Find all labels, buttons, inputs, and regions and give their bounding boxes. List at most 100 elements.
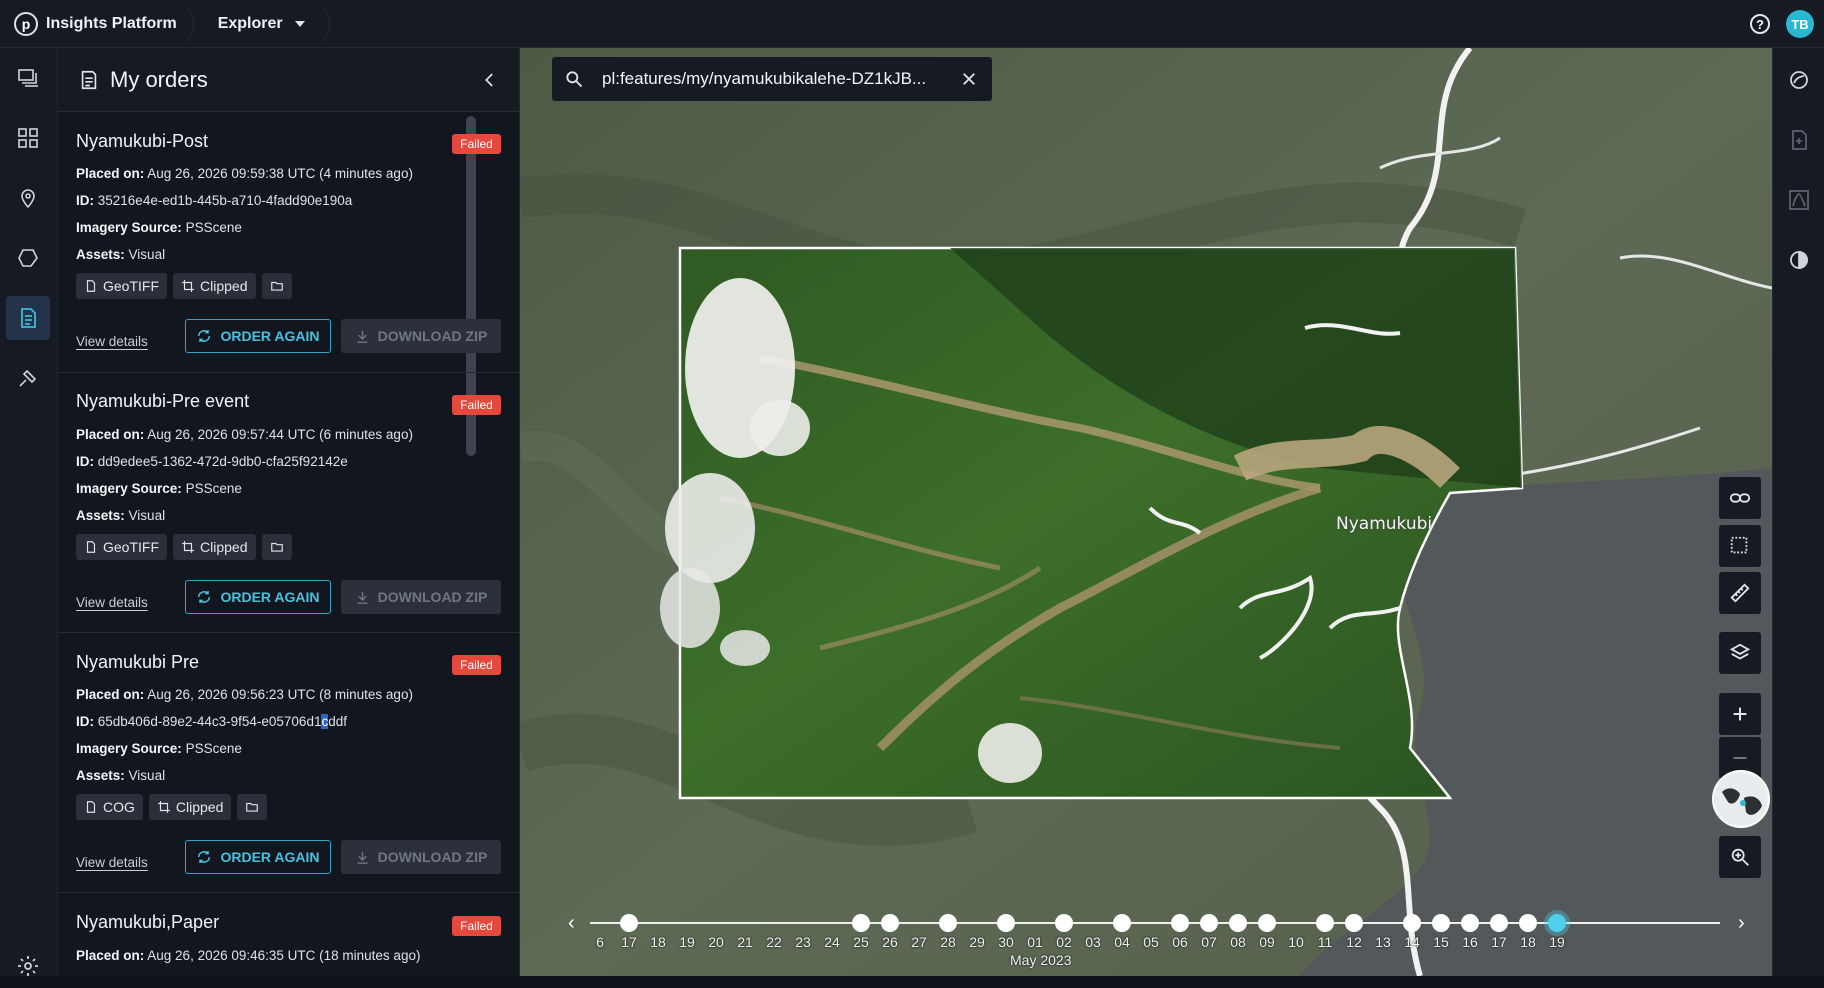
download-zip-button[interactable]: DOWNLOAD ZIP	[341, 319, 501, 353]
chart-icon[interactable]	[1785, 186, 1813, 214]
view-details-link[interactable]: View details	[76, 595, 148, 610]
timeline-day-label[interactable]: 09	[1252, 934, 1282, 950]
close-icon[interactable]	[960, 70, 978, 88]
imagery-source-row: Imagery Source: PSScene	[76, 481, 242, 496]
timeline-dot[interactable]	[939, 914, 957, 932]
timeline-prev-icon[interactable]: ‹	[568, 912, 575, 935]
timeline-day-label[interactable]: 6	[585, 934, 615, 950]
order-again-button[interactable]: ORDER AGAIN	[185, 580, 331, 614]
timeline-day-label[interactable]: 10	[1281, 934, 1311, 950]
timeline-dot[interactable]	[1490, 914, 1508, 932]
timeline-dot[interactable]	[1461, 914, 1479, 932]
map-view[interactable]	[520, 48, 1772, 976]
timeline-day-label[interactable]: 27	[904, 934, 934, 950]
timeline-day-label[interactable]: 13	[1368, 934, 1398, 950]
timeline-dot[interactable]	[852, 914, 870, 932]
collapse-panel-icon[interactable]	[481, 71, 499, 89]
orders-icon[interactable]	[6, 296, 50, 340]
zoom-to-fit-tool[interactable]	[1719, 836, 1761, 878]
location-pin-icon[interactable]	[6, 176, 50, 220]
timeline-day-label[interactable]: 22	[759, 934, 789, 950]
timeline-day-label[interactable]: 28	[933, 934, 963, 950]
timeline-day-label[interactable]: 05	[1136, 934, 1166, 950]
order-again-button[interactable]: ORDER AGAIN	[185, 840, 331, 874]
view-details-link[interactable]: View details	[76, 334, 148, 349]
timeline-dot[interactable]	[1200, 914, 1218, 932]
timeline-day-label[interactable]: 18	[1513, 934, 1543, 950]
right-rail	[1772, 48, 1824, 976]
order-name: Nyamukubi,Paper	[76, 912, 220, 932]
timeline-dot[interactable]	[1258, 914, 1276, 932]
analysis-icon[interactable]	[1785, 66, 1813, 94]
timeline-active-dot[interactable]	[1548, 914, 1566, 932]
settings-gear-icon[interactable]	[6, 944, 50, 988]
timeline-dot[interactable]	[881, 914, 899, 932]
timeline-dot[interactable]	[1403, 914, 1421, 932]
measure-tool[interactable]	[1719, 572, 1761, 614]
timeline-day-label[interactable]: 23	[788, 934, 818, 950]
zoom-in-button[interactable]	[1719, 693, 1761, 735]
timeline-day-label[interactable]: 03	[1078, 934, 1108, 950]
timeline-day-label[interactable]: 06	[1165, 934, 1195, 950]
timeline-day-label[interactable]: 02	[1049, 934, 1079, 950]
view-details-link[interactable]: View details	[76, 855, 148, 870]
polygon-icon[interactable]	[6, 236, 50, 280]
timeline-dot[interactable]	[1171, 914, 1189, 932]
tasking-icon[interactable]	[6, 356, 50, 400]
timeline-day-label[interactable]: 17	[614, 934, 644, 950]
format-chip: GeoTIFF	[76, 273, 168, 299]
timeline-day-label[interactable]: 14	[1397, 934, 1427, 950]
timeline-day-label[interactable]: 20	[701, 934, 731, 950]
download-zip-button[interactable]: DOWNLOAD ZIP	[341, 840, 501, 874]
timeline-dot[interactable]	[1316, 914, 1334, 932]
timeline-day-label[interactable]: 15	[1426, 934, 1456, 950]
brand[interactable]: p Insights Platform	[0, 0, 194, 48]
search-bar[interactable]: pl:features/my/nyamukubikalehe-DZ1kJB...	[552, 57, 992, 101]
download-zip-button[interactable]: DOWNLOAD ZIP	[341, 580, 501, 614]
timeline-day-label[interactable]: 26	[875, 934, 905, 950]
timeline-day-label[interactable]: 07	[1194, 934, 1224, 950]
folder-chip[interactable]	[261, 534, 292, 560]
timeline-day-label[interactable]: 12	[1339, 934, 1369, 950]
grid-icon[interactable]	[6, 116, 50, 160]
crop-icon	[182, 280, 194, 292]
folder-chip[interactable]	[237, 794, 268, 820]
timeline-day-label[interactable]: 08	[1223, 934, 1253, 950]
timeline-day-label[interactable]: 30	[991, 934, 1021, 950]
timeline-dot[interactable]	[997, 914, 1015, 932]
select-area-tool[interactable]	[1719, 525, 1761, 567]
timeline-day-label[interactable]: 19	[1542, 934, 1572, 950]
folder-chip[interactable]	[261, 273, 292, 299]
timeline-day-label[interactable]: 18	[643, 934, 673, 950]
timeline-day-label[interactable]: 21	[730, 934, 760, 950]
export-icon[interactable]	[1785, 126, 1813, 154]
timeline-day-label[interactable]: 19	[672, 934, 702, 950]
timeline-dot[interactable]	[1519, 914, 1537, 932]
timeline-day-label[interactable]: 29	[962, 934, 992, 950]
timeline-dot[interactable]	[620, 914, 638, 932]
timeline-dot[interactable]	[1055, 914, 1073, 932]
timeline-dot[interactable]	[1432, 914, 1450, 932]
timeline[interactable]: ‹ 6 17 18 19 20 21 22 23 24 25 26 27 28 29 30 01 02 03 04 0…	[560, 900, 1745, 976]
timeline-day-label[interactable]: 16	[1455, 934, 1485, 950]
timeline-day-label[interactable]: 17	[1484, 934, 1514, 950]
timeline-next-icon[interactable]: ›	[1738, 912, 1745, 935]
timeline-day-label[interactable]: 04	[1107, 934, 1137, 950]
timeline-day-label[interactable]: 25	[846, 934, 876, 950]
timeline-day-label[interactable]: 24	[817, 934, 847, 950]
app-switcher[interactable]: Explorer	[194, 0, 330, 48]
order-again-button[interactable]: ORDER AGAIN	[185, 319, 331, 353]
link-tool[interactable]	[1719, 477, 1761, 519]
search-query[interactable]: pl:features/my/nyamukubikalehe-DZ1kJB...	[602, 69, 952, 89]
timeline-dot[interactable]	[1345, 914, 1363, 932]
timeline-day-label[interactable]: 01	[1020, 934, 1050, 950]
stack-icon[interactable]	[6, 56, 50, 100]
help-icon[interactable]: ?	[1750, 14, 1770, 34]
avatar[interactable]: TB	[1786, 10, 1814, 38]
globe-icon[interactable]	[1712, 770, 1770, 828]
timeline-day-label[interactable]: 11	[1310, 934, 1340, 950]
timeline-dot[interactable]	[1113, 914, 1131, 932]
layers-tool[interactable]	[1719, 632, 1761, 674]
timeline-dot[interactable]	[1229, 914, 1247, 932]
contrast-icon[interactable]	[1785, 246, 1813, 274]
